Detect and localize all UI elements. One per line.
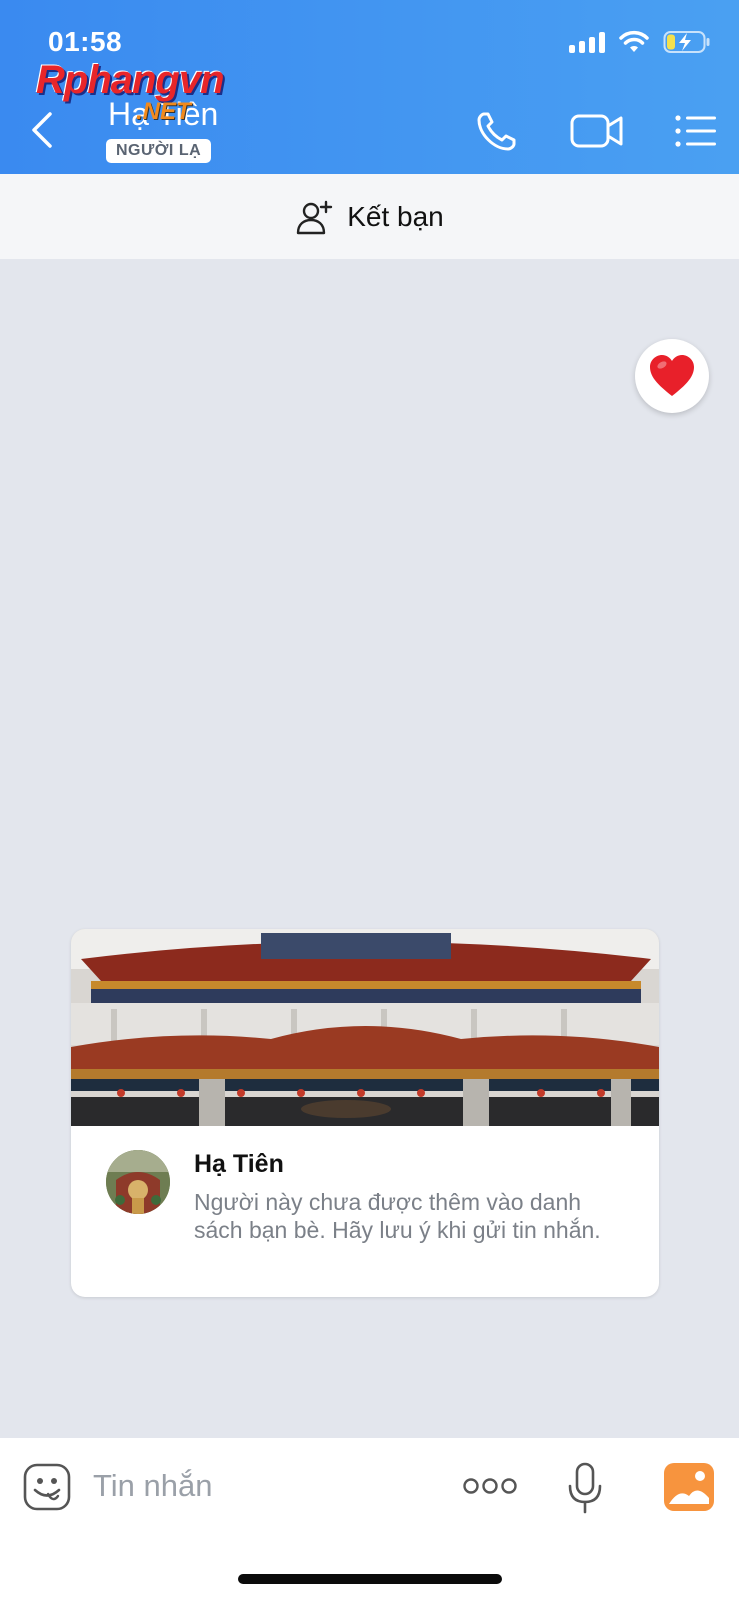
stranger-profile-card[interactable]: Hạ Tiên Người này chưa được thêm vào dan…: [71, 929, 659, 1297]
stranger-notice-text: Người này chưa được thêm vào danh sách b…: [194, 1189, 601, 1243]
phone-icon[interactable]: [474, 108, 520, 154]
video-call-icon[interactable]: [570, 108, 624, 154]
home-indicator: [238, 1574, 502, 1584]
add-user-icon: [297, 200, 333, 234]
menu-list-icon[interactable]: [674, 108, 718, 154]
watermark-main-text: Rphangvn: [36, 58, 225, 102]
stranger-badge: NGƯỜI LẠ: [106, 139, 212, 163]
image-icon[interactable]: [663, 1462, 715, 1512]
add-friend-label: Kết bạn: [347, 200, 444, 232]
cover-photo: [71, 929, 659, 1126]
wifi-icon: [619, 30, 649, 52]
quick-reaction-button[interactable]: [635, 339, 709, 413]
watermark-sub-text: .NET: [136, 98, 191, 125]
more-icon[interactable]: [463, 1476, 517, 1496]
status-time: 01:58: [48, 26, 123, 57]
card-body: Hạ Tiên Người này chưa được thêm vào dan…: [71, 1126, 659, 1297]
message-input[interactable]: Tin nhắn: [93, 1468, 213, 1504]
avatar[interactable]: [106, 1150, 170, 1214]
cellular-signal-icon: [569, 31, 605, 53]
battery-charging-icon: [663, 31, 710, 53]
microphone-icon[interactable]: [567, 1462, 603, 1514]
status-icons: [569, 30, 711, 54]
card-contact-name: Hạ Tiên: [194, 1150, 284, 1178]
add-friend-button[interactable]: Kết bạn: [0, 174, 739, 259]
sticker-icon[interactable]: [23, 1463, 71, 1511]
heart-icon: [650, 355, 694, 396]
header-bar: 01:58 Hạ Tiên NGƯỜI LẠ Rphangvn .NET: [0, 0, 739, 174]
watermark-logo: Rphangvn .NET: [36, 58, 266, 128]
